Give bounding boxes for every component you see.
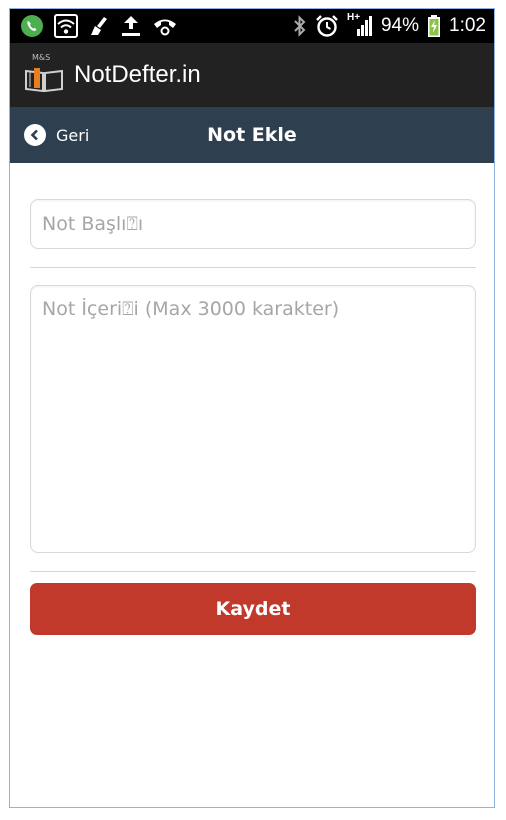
bluetooth-icon [293,14,307,38]
chevron-left-icon [24,124,46,146]
back-button[interactable]: Geri [24,119,89,151]
call-icon [152,15,178,37]
page-header: Geri Not Ekle [10,107,494,163]
app-bar: M&S NotDefter.in [10,43,494,107]
status-bar-right: H+ 94% 1:02 [293,13,486,39]
divider [30,267,476,268]
cleaner-icon [88,15,110,37]
divider [30,571,476,572]
battery-percent: 94% [380,15,420,36]
clock: 1:02 [449,15,486,36]
note-title-input[interactable] [30,199,476,249]
network-type-label: H+ [346,12,361,23]
status-bar: H+ 94% 1:02 [10,9,494,43]
upload-icon [120,14,142,38]
app-logo-text: M&S [32,53,51,62]
back-button-label: Geri [56,125,90,145]
app-title: NotDefter.in [74,61,201,88]
battery-charging-icon [427,14,441,38]
phone-screen: H+ 94% 1:02 M&S NotDefter.in Geri Not Ek… [9,8,495,808]
status-bar-left [20,13,178,39]
signal-icon: H+ [346,12,373,38]
alarm-icon [315,14,339,38]
note-content-textarea[interactable] [30,285,476,553]
save-button[interactable]: Kaydet [30,583,476,635]
app-logo-icon: M&S [24,53,64,93]
whatsapp-icon [20,14,44,38]
wifi-icon [54,14,78,38]
